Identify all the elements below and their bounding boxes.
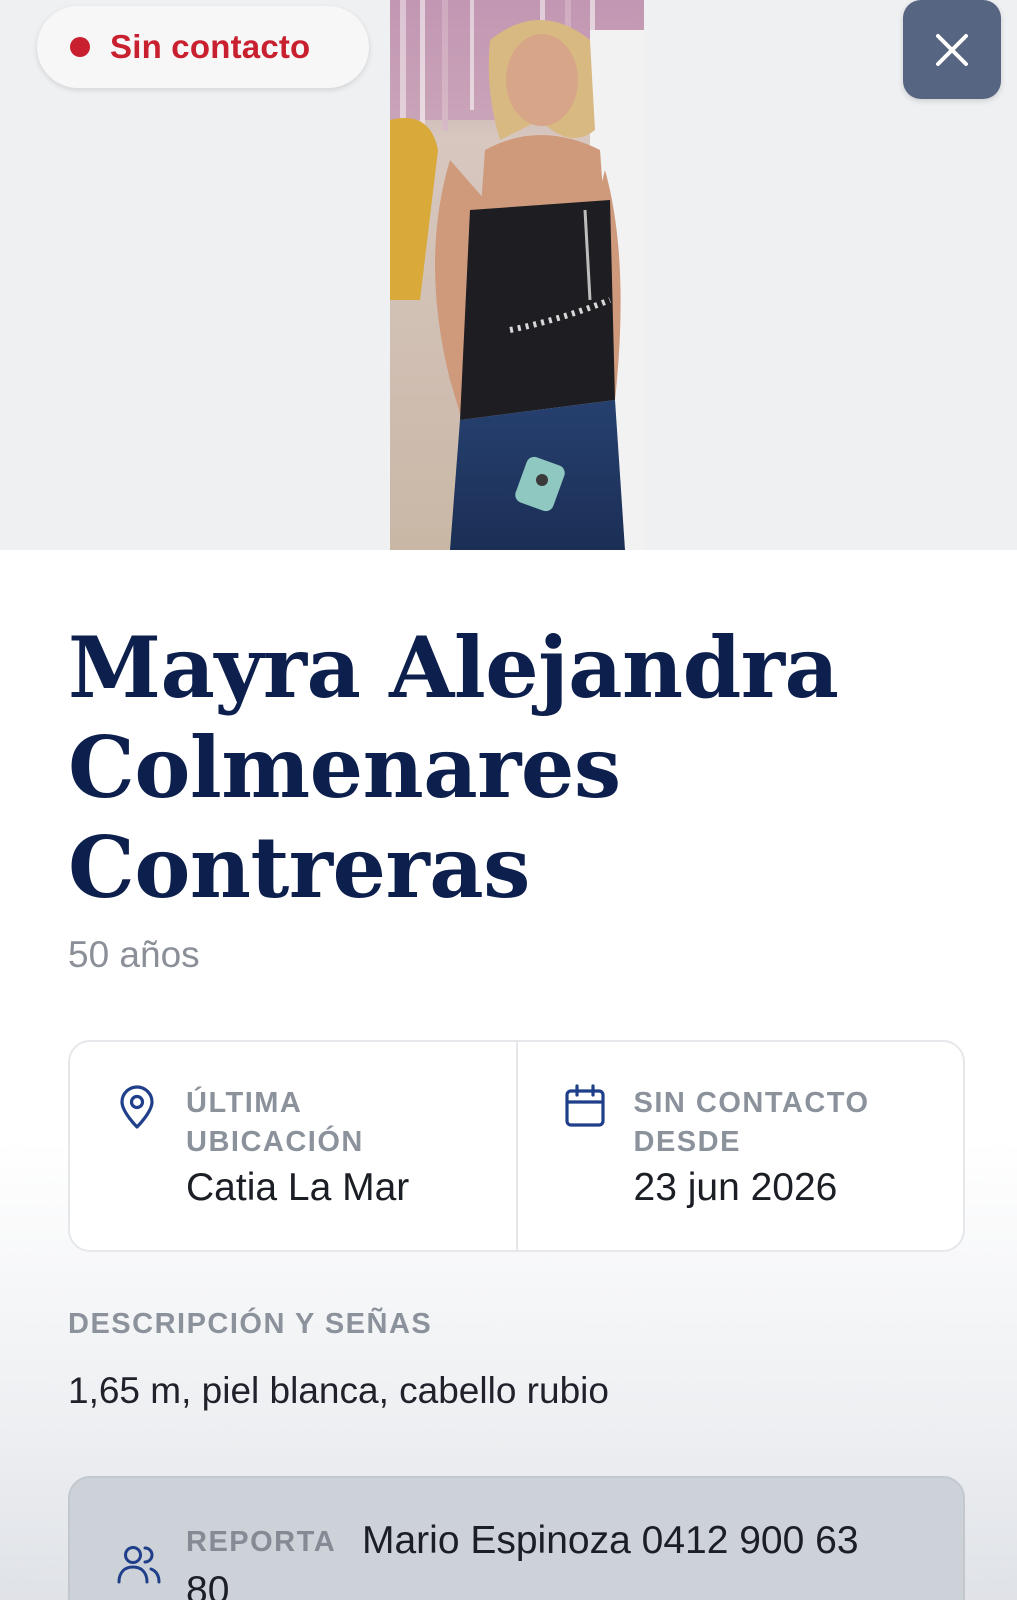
users-icon (117, 1546, 161, 1584)
last-location-cell: ÚLTIMA UBICACIÓN Catia La Mar (70, 1042, 516, 1250)
person-name-line: Contreras (68, 818, 530, 917)
person-age: 50 años (68, 934, 200, 975)
close-icon (936, 33, 968, 66)
calendar-icon (564, 1084, 605, 1127)
reporter-card: REPORTA Mario Espinoza 0412 900 63 80 (68, 1476, 965, 1600)
hero-area: Sin contacto (0, 0, 1017, 550)
last-location-label: ÚLTIMA UBICACIÓN (186, 1087, 364, 1158)
status-dot-icon (70, 37, 90, 57)
person-photo (390, 0, 644, 550)
no-contact-since-label: SIN CONTACTO DESDE (633, 1087, 870, 1158)
map-pin-icon (120, 1085, 154, 1129)
description-text: 1,65 m, piel blanca, cabello rubio (68, 1370, 609, 1411)
last-location-value: Catia La Mar (186, 1166, 410, 1209)
status-label: Sin contacto (110, 28, 311, 65)
description-heading: DESCRIPCIÓN Y SEÑAS (68, 1308, 433, 1340)
person-name-line: Mayra Alejandra (68, 618, 839, 717)
person-name: Mayra Alejandra Colmenares Contreras (68, 618, 968, 918)
person-name-line: Colmenares (68, 718, 621, 817)
no-contact-since-value: 23 jun 2026 (633, 1166, 838, 1209)
no-contact-since-cell: SIN CONTACTO DESDE 23 jun 2026 (515, 1042, 964, 1250)
reporter-value: Mario Espinoza 0412 900 63 80 (186, 1519, 859, 1600)
info-card: ÚLTIMA UBICACIÓN Catia La Mar SIN CONTAC… (68, 1040, 965, 1252)
close-button[interactable] (903, 0, 1001, 99)
status-badge: Sin contacto (37, 6, 369, 88)
